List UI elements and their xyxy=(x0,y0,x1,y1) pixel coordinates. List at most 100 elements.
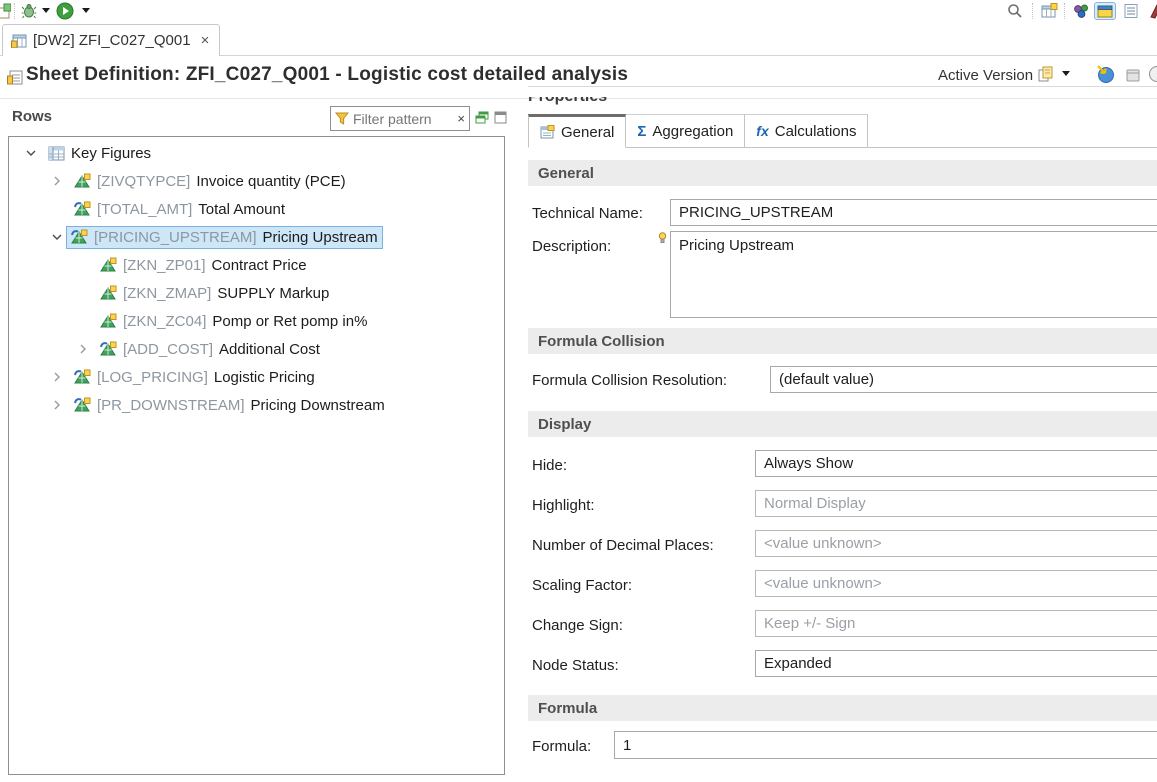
new-table-icon[interactable] xyxy=(1040,2,1058,20)
formula-key-figure-icon xyxy=(100,341,117,357)
decimal-places-input[interactable] xyxy=(755,530,1157,557)
tree-row-zkn-zp01[interactable]: [ZKN_ZP01] Contract Price xyxy=(9,251,504,279)
change-sign-label: Change Sign: xyxy=(532,617,623,634)
filter-input[interactable] xyxy=(353,111,453,127)
tree-item-tech: [ADD_COST] xyxy=(123,341,213,358)
tree-item-tech: [TOTAL_AMT] xyxy=(97,201,192,218)
node-status-label: Node Status: xyxy=(532,657,619,674)
active-perspective-icon[interactable] xyxy=(1094,2,1116,20)
tab-label: General xyxy=(561,124,614,141)
selected-tree-item[interactable]: [PRICING_UPSTREAM] Pricing Upstream xyxy=(66,226,383,249)
key-figure-icon xyxy=(100,257,117,273)
highlight-input[interactable] xyxy=(755,490,1157,517)
maximize-view-icon[interactable] xyxy=(492,109,508,125)
search-icon[interactable] xyxy=(1006,2,1024,20)
chevron-down-icon[interactable] xyxy=(51,231,63,243)
hide-input[interactable] xyxy=(755,450,1157,477)
tree-row-zkn-zmap[interactable]: [ZKN_ZMAP] SUPPLY Markup xyxy=(9,279,504,307)
tree-item-tech: [ZKN_ZC04] xyxy=(123,313,206,330)
description-label: Description: xyxy=(532,238,611,255)
tree-item-label: Total Amount xyxy=(198,201,285,218)
formula-key-figure-icon xyxy=(74,369,91,385)
tree-row-total-amt[interactable]: [TOTAL_AMT] Total Amount xyxy=(9,195,504,223)
tree-row-pr-downstream[interactable]: [PR_DOWNSTREAM] Pricing Downstream xyxy=(9,391,504,419)
scaling-factor-label: Scaling Factor: xyxy=(532,577,632,594)
editor-tab-label: [DW2] ZFI_C027_Q001 xyxy=(33,32,191,49)
chevron-down-icon[interactable] xyxy=(25,147,37,159)
tree-item-label: Pomp or Ret pomp in% xyxy=(212,313,367,330)
tree-item-label: Invoice quantity (PCE) xyxy=(196,173,345,190)
bw-modeling-perspective-icon[interactable] xyxy=(1072,2,1090,20)
tree-item-label: Pricing Downstream xyxy=(251,397,385,414)
editor-tab-query[interactable]: [DW2] ZFI_C027_Q001 × xyxy=(2,24,220,56)
filter-clear-icon[interactable]: × xyxy=(457,112,465,125)
chevron-right-icon[interactable] xyxy=(51,175,63,187)
node-status-input[interactable] xyxy=(755,650,1157,677)
formula-key-figure-icon xyxy=(74,201,91,217)
rows-tree: Key Figures [ZIVQTYPCE] Invoice quantity… xyxy=(8,136,505,775)
chevron-right-icon[interactable] xyxy=(51,399,63,411)
chevron-right-icon[interactable] xyxy=(51,371,63,383)
tab-general[interactable]: General xyxy=(528,114,626,148)
run-icon[interactable] xyxy=(56,2,74,20)
activate-icon[interactable] xyxy=(1096,64,1114,82)
tree-row-log-pricing[interactable]: [LOG_PRICING] Logistic Pricing xyxy=(9,363,504,391)
debug-icon[interactable] xyxy=(20,2,38,20)
properties-tabbar: General Σ Aggregation fx Calculations xyxy=(528,114,1157,148)
highlight-label: Highlight: xyxy=(532,497,595,514)
tree-item-tech: [PR_DOWNSTREAM] xyxy=(97,397,245,414)
decimal-places-label: Number of Decimal Places: xyxy=(532,537,714,554)
general-tab-icon xyxy=(540,125,555,139)
main-toolbar xyxy=(0,0,1157,23)
description-textarea[interactable]: Pricing Upstream xyxy=(670,231,1157,318)
clipped-pie-icon[interactable] xyxy=(1148,65,1157,83)
toolbar-separator xyxy=(14,3,15,19)
key-figure-icon xyxy=(74,173,91,189)
version-copy-icon[interactable] xyxy=(1036,65,1054,83)
clipped-toolbar-icon[interactable] xyxy=(1148,2,1157,20)
debug-dropdown-icon[interactable] xyxy=(42,8,50,13)
page-title: Sheet Definition: ZFI_C027_Q001 - Logist… xyxy=(26,64,628,86)
tab-close-icon[interactable]: × xyxy=(201,32,210,49)
section-formula-collision-header: Formula Collision xyxy=(528,328,1157,354)
tree-item-label: Key Figures xyxy=(71,145,151,162)
scaling-factor-input[interactable] xyxy=(755,570,1157,597)
properties-top-divider xyxy=(528,86,1157,87)
run-dropdown-icon[interactable] xyxy=(82,8,90,13)
tree-item-tech: [PRICING_UPSTREAM] xyxy=(94,229,257,246)
data-preview-icon[interactable] xyxy=(1124,66,1142,84)
tree-row-zkn-zc04[interactable]: [ZKN_ZC04] Pomp or Ret pomp in% xyxy=(9,307,504,335)
tab-label: Calculations xyxy=(775,123,857,140)
sheet-header: Sheet Definition: ZFI_C027_Q001 - Logist… xyxy=(0,56,1157,98)
content-assist-bulb-icon xyxy=(658,231,667,249)
tree-row-key-figures[interactable]: Key Figures xyxy=(9,139,504,167)
tree-item-label: Contract Price xyxy=(212,257,307,274)
section-formula-header: Formula xyxy=(528,695,1157,721)
version-label: Active Version xyxy=(938,67,1033,84)
tree-item-tech: [ZKN_ZMAP] xyxy=(123,285,211,302)
fx-icon: fx xyxy=(756,123,768,139)
section-general-header: General xyxy=(528,160,1157,186)
change-sign-input[interactable] xyxy=(755,610,1157,637)
tree-row-zivqtypce[interactable]: [ZIVQTYPCE] Invoice quantity (PCE) xyxy=(9,167,504,195)
formula-input[interactable] xyxy=(614,731,1157,759)
new-wizard-icon[interactable] xyxy=(0,2,12,20)
toolbar-separator xyxy=(1032,3,1033,19)
formula-key-figure-icon xyxy=(71,229,88,245)
application-window: [DW2] ZFI_C027_Q001 × Sheet Definition: … xyxy=(0,0,1157,782)
restore-view-icon[interactable] xyxy=(474,109,490,125)
tree-item-tech: [ZKN_ZP01] xyxy=(123,257,206,274)
chevron-right-icon[interactable] xyxy=(77,343,89,355)
technical-name-input[interactable] xyxy=(670,199,1157,226)
tab-aggregation[interactable]: Σ Aggregation xyxy=(626,114,745,147)
tree-row-pricing-upstream[interactable]: [PRICING_UPSTREAM] Pricing Upstream xyxy=(9,223,504,251)
formula-collision-resolution-label: Formula Collision Resolution: xyxy=(532,372,727,389)
key-figure-icon xyxy=(100,285,117,301)
formula-collision-resolution-input[interactable] xyxy=(770,366,1157,393)
tree-row-add-cost[interactable]: [ADD_COST] Additional Cost xyxy=(9,335,504,363)
editor-list-icon[interactable] xyxy=(1122,2,1140,20)
tree-item-tech: [LOG_PRICING] xyxy=(97,369,208,386)
version-dropdown-icon[interactable] xyxy=(1062,71,1070,76)
tab-calculations[interactable]: fx Calculations xyxy=(745,114,868,147)
editor-tabstrip: [DW2] ZFI_C027_Q001 × xyxy=(0,23,1157,56)
